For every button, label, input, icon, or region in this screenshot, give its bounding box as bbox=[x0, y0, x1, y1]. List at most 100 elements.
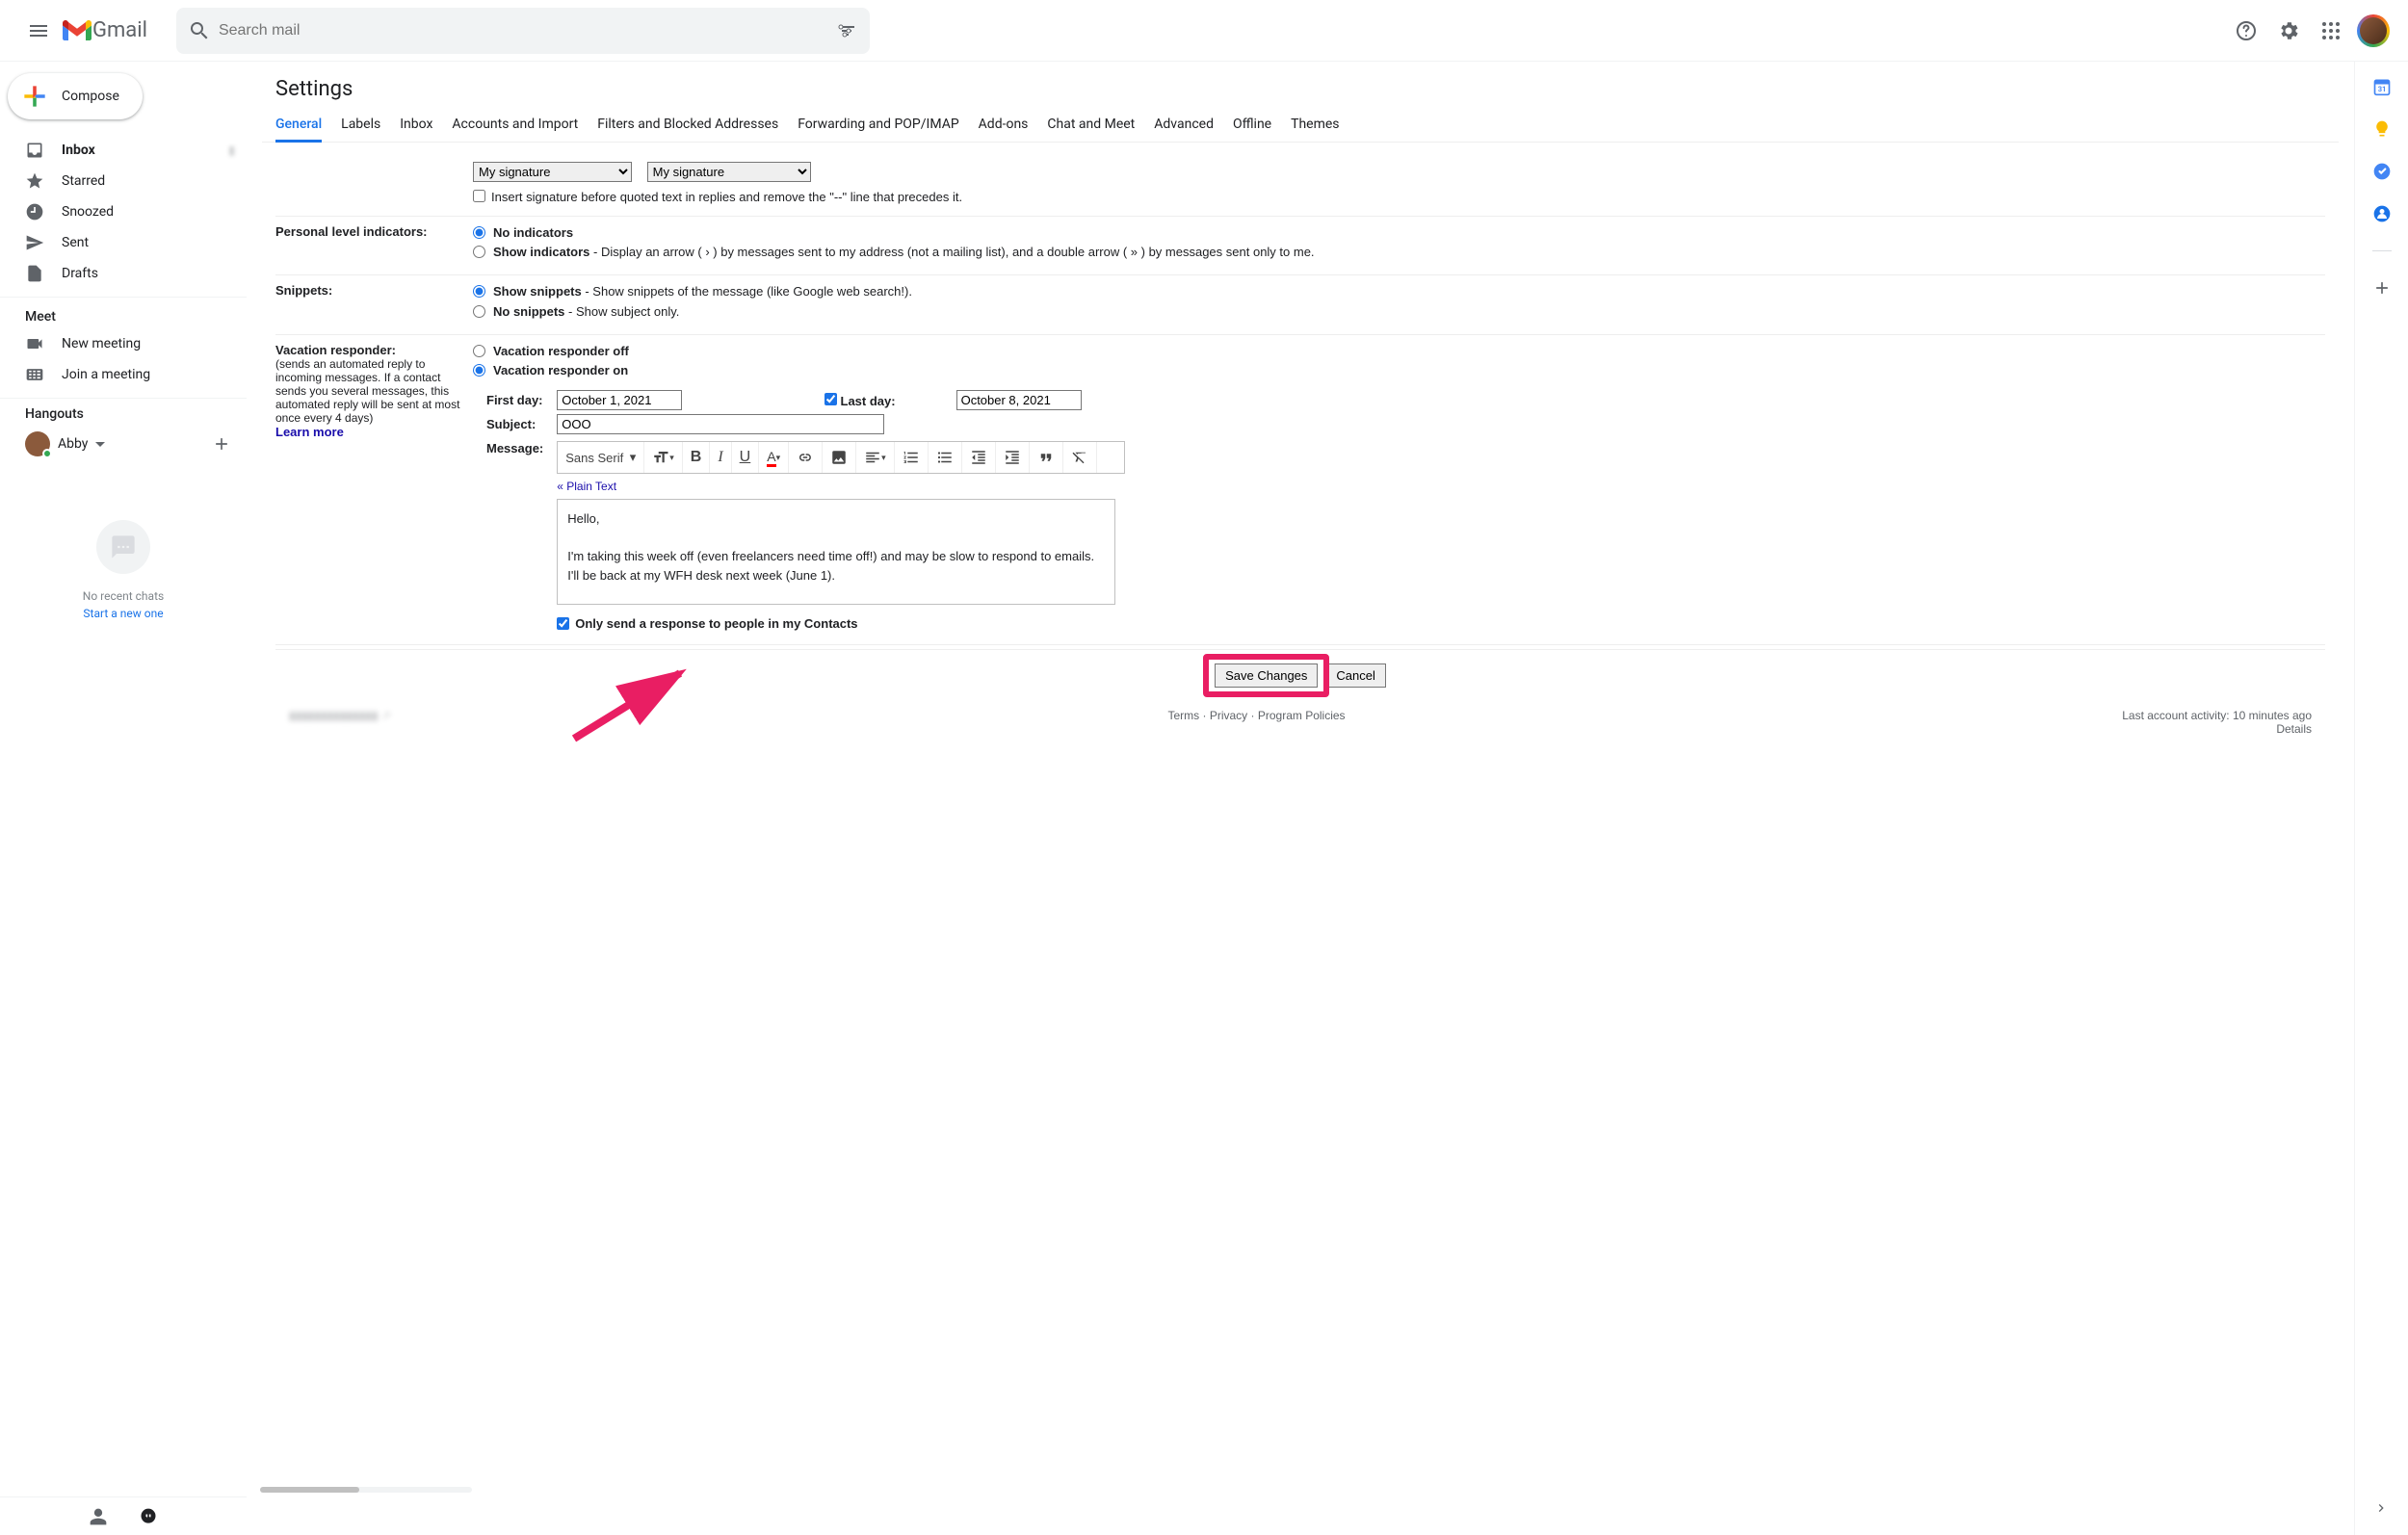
underline-button[interactable]: U bbox=[732, 442, 760, 473]
gmail-logo[interactable]: Gmail bbox=[62, 18, 147, 42]
last-day-checkbox[interactable] bbox=[824, 393, 837, 405]
save-button[interactable]: Save Changes bbox=[1215, 663, 1318, 688]
snippets-none-radio[interactable] bbox=[473, 305, 485, 318]
tab-accounts[interactable]: Accounts and Import bbox=[452, 109, 578, 142]
cancel-button[interactable]: Cancel bbox=[1325, 663, 1385, 688]
search-box[interactable] bbox=[176, 8, 870, 54]
apps-button[interactable] bbox=[2312, 12, 2350, 50]
bold-button[interactable]: B bbox=[683, 442, 711, 473]
tab-labels[interactable]: Labels bbox=[341, 109, 380, 142]
account-button[interactable] bbox=[2354, 12, 2393, 50]
horizontal-scrollbar[interactable] bbox=[260, 1487, 472, 1493]
search-input[interactable] bbox=[211, 22, 835, 39]
hangouts-username: Abby bbox=[58, 436, 88, 452]
sidebar-item-drafts[interactable]: Drafts bbox=[0, 258, 247, 289]
indicators-show-radio[interactable] bbox=[473, 246, 485, 258]
signature-checkbox-label: Insert signature before quoted text in r… bbox=[491, 190, 962, 204]
keep-icon[interactable] bbox=[2372, 119, 2392, 139]
new-chat-plus-icon[interactable] bbox=[212, 434, 231, 454]
video-icon bbox=[25, 334, 44, 353]
hangouts-bubble-icon[interactable] bbox=[139, 1507, 158, 1526]
vacation-sub: (sends an automated reply to incoming me… bbox=[275, 357, 473, 425]
add-addon-icon[interactable] bbox=[2372, 278, 2392, 298]
sidebar-item-starred[interactable]: Starred bbox=[0, 166, 247, 196]
remove-formatting-button[interactable] bbox=[1063, 442, 1097, 473]
contacts-icon[interactable] bbox=[2372, 204, 2392, 223]
details-link[interactable]: Details bbox=[2276, 722, 2312, 736]
tab-offline[interactable]: Offline bbox=[1233, 109, 1271, 142]
dropdown-icon bbox=[95, 439, 105, 449]
link-button[interactable] bbox=[789, 442, 823, 473]
meet-section-label: Meet bbox=[0, 298, 247, 328]
chat-bubble-icon bbox=[96, 520, 150, 574]
tab-addons[interactable]: Add-ons bbox=[979, 109, 1029, 142]
user-avatar bbox=[2358, 15, 2389, 46]
tab-advanced[interactable]: Advanced bbox=[1154, 109, 1214, 142]
footer: ▮▮▮▮▮▮▮▮▮▮▮▮▮▮ ↗ Terms · Privacy · Progr… bbox=[275, 701, 2325, 743]
last-day-input[interactable] bbox=[956, 390, 1082, 410]
signature-select-1[interactable]: My signature bbox=[473, 162, 632, 182]
sidebar-item-inbox[interactable]: Inbox ▮ bbox=[0, 135, 247, 166]
bullet-list-button[interactable] bbox=[929, 442, 962, 473]
snippets-show-radio[interactable] bbox=[473, 285, 485, 298]
vacation-off-radio[interactable] bbox=[473, 345, 485, 357]
person-icon[interactable] bbox=[89, 1507, 108, 1526]
indent-less-button[interactable] bbox=[962, 442, 996, 473]
personal-indicators-label: Personal level indicators: bbox=[275, 224, 473, 263]
tasks-icon[interactable] bbox=[2372, 162, 2392, 181]
italic-button[interactable]: I bbox=[710, 442, 731, 473]
font-select[interactable]: Sans Serif▾ bbox=[558, 442, 644, 473]
tab-themes[interactable]: Themes bbox=[1291, 109, 1339, 142]
calendar-icon[interactable]: 31 bbox=[2372, 77, 2392, 96]
tab-forwarding[interactable]: Forwarding and POP/IMAP bbox=[798, 109, 958, 142]
indent-more-button[interactable] bbox=[996, 442, 1030, 473]
sidebar-item-label: Snoozed bbox=[62, 204, 114, 220]
plain-text-link[interactable]: « Plain Text bbox=[557, 480, 616, 493]
rail-toggle[interactable] bbox=[2369, 1496, 2393, 1520]
sidebar-item-join-meeting[interactable]: Join a meeting bbox=[0, 359, 247, 390]
sidebar-item-sent[interactable]: Sent bbox=[0, 227, 247, 258]
tab-general[interactable]: General bbox=[275, 109, 322, 143]
inbox-icon bbox=[25, 141, 44, 160]
last-day-label: Last day: bbox=[841, 394, 896, 408]
activity-text: Last account activity: 10 minutes ago bbox=[2122, 709, 2312, 722]
settings-main: Settings General Labels Inbox Accounts a… bbox=[247, 62, 2354, 1535]
quote-button[interactable] bbox=[1030, 442, 1063, 473]
indicators-none-radio[interactable] bbox=[473, 226, 485, 239]
hangouts-user[interactable]: Abby bbox=[0, 426, 130, 462]
plus-icon bbox=[19, 81, 50, 112]
right-rail: 31 bbox=[2354, 62, 2408, 1535]
vacation-learn-more-link[interactable]: Learn more bbox=[275, 425, 344, 439]
settings-button[interactable] bbox=[2269, 12, 2308, 50]
sidebar-item-new-meeting[interactable]: New meeting bbox=[0, 328, 247, 359]
align-button[interactable]: ▾ bbox=[856, 442, 895, 473]
compose-button[interactable]: Compose bbox=[8, 73, 143, 119]
tab-filters[interactable]: Filters and Blocked Addresses bbox=[597, 109, 778, 142]
sidebar-item-snoozed[interactable]: Snoozed bbox=[0, 196, 247, 227]
font-size-button[interactable]: ▾ bbox=[644, 442, 683, 473]
tab-inbox[interactable]: Inbox bbox=[400, 109, 432, 142]
tab-chat[interactable]: Chat and Meet bbox=[1047, 109, 1135, 142]
contacts-only-label: Only send a response to people in my Con… bbox=[575, 616, 857, 631]
start-new-chat-link[interactable]: Start a new one bbox=[19, 607, 227, 620]
numbered-list-button[interactable] bbox=[895, 442, 929, 473]
vacation-on-radio[interactable] bbox=[473, 364, 485, 377]
message-body[interactable]: Hello, I'm taking this week off (even fr… bbox=[557, 499, 1115, 605]
subject-input[interactable] bbox=[557, 414, 884, 434]
inbox-count: ▮ bbox=[228, 143, 235, 157]
first-day-input[interactable] bbox=[557, 390, 682, 410]
policies-link[interactable]: Program Policies bbox=[1258, 709, 1346, 722]
search-options-icon[interactable] bbox=[835, 19, 858, 42]
sidebar-item-label: New meeting bbox=[62, 336, 141, 351]
sidebar-item-label: Join a meeting bbox=[62, 367, 150, 382]
signature-select-2[interactable]: My signature bbox=[647, 162, 811, 182]
main-menu-button[interactable] bbox=[15, 8, 62, 54]
support-button[interactable] bbox=[2227, 12, 2265, 50]
signature-placement-checkbox[interactable] bbox=[473, 190, 485, 202]
privacy-link[interactable]: Privacy bbox=[1210, 709, 1247, 722]
terms-link[interactable]: Terms bbox=[1168, 709, 1200, 722]
contacts-only-checkbox[interactable] bbox=[557, 617, 569, 630]
text-color-button[interactable]: A▾ bbox=[759, 442, 789, 473]
image-button[interactable] bbox=[823, 442, 856, 473]
message-toolbar: Sans Serif▾ ▾ B I U A▾ ▾ bbox=[557, 441, 1125, 474]
